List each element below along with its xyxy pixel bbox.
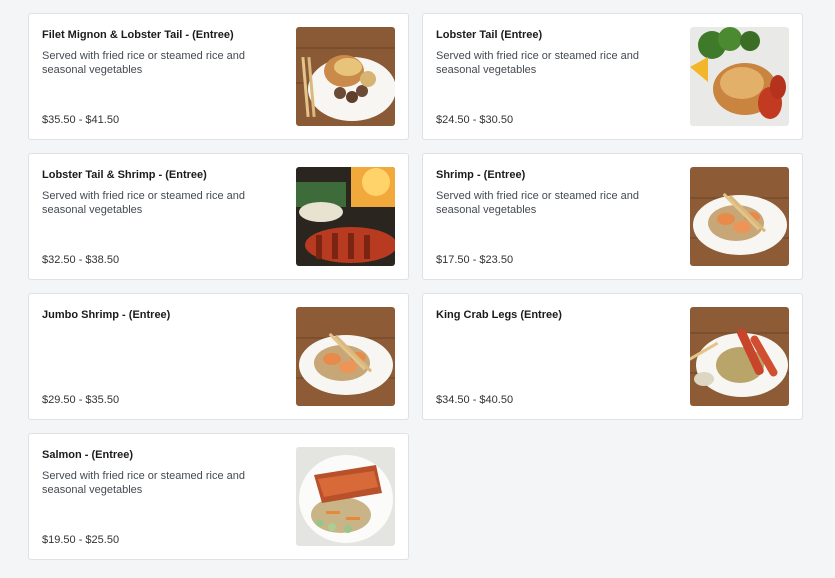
jumbo-shrimp-photo [296,307,395,406]
menu-item-price: $17.50 - $23.50 [436,254,514,266]
menu-item-card[interactable]: Jumbo Shrimp - (Entree) $29.50 - $35.50 [28,293,409,420]
menu-item-price: $19.50 - $25.50 [42,534,120,546]
menu-item-text: Shrimp - (Entree) Served with fried rice… [436,168,676,267]
menu-item-card[interactable]: Shrimp - (Entree) Served with fried rice… [422,153,803,280]
menu-item-price: $32.50 - $38.50 [42,254,120,266]
menu-item-title: Lobster Tail (Entree) [436,29,543,41]
menu-item-price: $34.50 - $40.50 [436,394,514,406]
menu-item-text: Salmon - (Entree) Served with fried rice… [42,448,282,547]
king-crab-legs-photo [690,307,789,406]
menu-item-text: Lobster Tail (Entree) Served with fried … [436,28,676,127]
menu-item-card[interactable]: King Crab Legs (Entree) $34.50 - $40.50 [422,293,803,420]
menu-item-description: Served with fried rice or steamed rice a… [436,50,639,76]
salmon-photo [296,447,395,546]
menu-grid: Filet Mignon & Lobster Tail - (Entree) S… [28,13,803,560]
menu-item-price: $24.50 - $30.50 [436,114,514,126]
menu-item-title: Salmon - (Entree) [42,449,134,461]
lobster-tail-shrimp-photo [296,167,395,266]
menu-item-title: Jumbo Shrimp - (Entree) [42,309,171,321]
menu-item-description: Served with fried rice or steamed rice a… [436,190,639,216]
filet-mignon-lobster-tail-photo [296,27,395,126]
menu-item-text: Filet Mignon & Lobster Tail - (Entree) S… [42,28,282,127]
shrimp-photo [690,167,789,266]
menu-item-description: Served with fried rice or steamed rice a… [42,190,245,216]
menu-item-description: Served with fried rice or steamed rice a… [42,470,245,496]
menu-item-card[interactable]: Filet Mignon & Lobster Tail - (Entree) S… [28,13,409,140]
menu-item-text: Jumbo Shrimp - (Entree) $29.50 - $35.50 [42,308,282,407]
menu-item-card[interactable]: Lobster Tail & Shrimp - (Entree) Served … [28,153,409,280]
lobster-tail-photo [690,27,789,126]
menu-item-title: Filet Mignon & Lobster Tail - (Entree) [42,29,234,41]
menu-item-title: King Crab Legs (Entree) [436,309,562,321]
menu-item-title: Lobster Tail & Shrimp - (Entree) [42,169,207,181]
menu-item-text: King Crab Legs (Entree) $34.50 - $40.50 [436,308,676,407]
menu-item-card[interactable]: Salmon - (Entree) Served with fried rice… [28,433,409,560]
menu-item-card[interactable]: Lobster Tail (Entree) Served with fried … [422,13,803,140]
menu-item-price: $35.50 - $41.50 [42,114,120,126]
menu-item-text: Lobster Tail & Shrimp - (Entree) Served … [42,168,282,267]
menu-item-title: Shrimp - (Entree) [436,169,526,181]
menu-item-description: Served with fried rice or steamed rice a… [42,50,245,76]
menu-item-price: $29.50 - $35.50 [42,394,120,406]
